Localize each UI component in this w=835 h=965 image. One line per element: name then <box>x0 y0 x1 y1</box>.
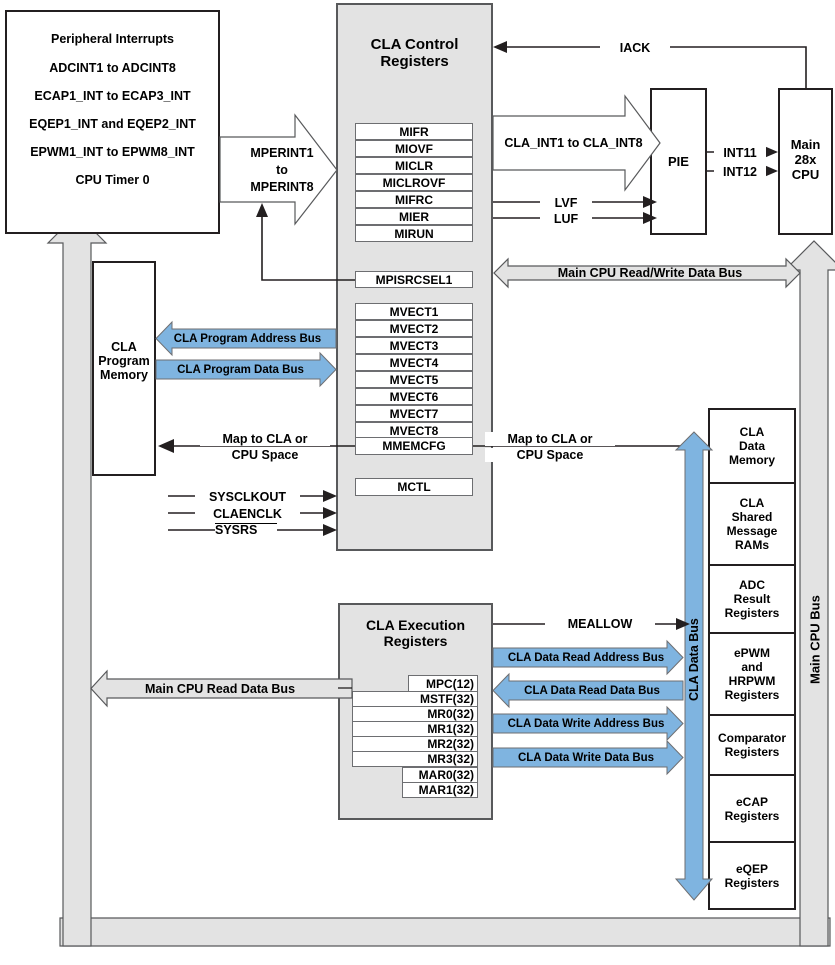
bus-cla-program-data-label: CLA Program Data Bus <box>177 363 304 376</box>
signal-sysclkout: SYSCLKOUT <box>195 489 300 504</box>
label-map-left-line-1: Map to CLA or <box>200 432 330 446</box>
bus-cla-program-address-label: CLA Program Address Bus <box>173 332 322 345</box>
signal-meallow: MEALLOW <box>545 616 655 632</box>
signal-cla-int: CLA_INT1 to CLA_INT8 <box>496 135 651 151</box>
label-map-right-line-2: CPU Space <box>485 448 615 462</box>
bus-main-cpu-rw-data-label: Main CPU Read/Write Data Bus <box>557 266 743 280</box>
signal-iack: IACK <box>600 40 670 55</box>
bus-cla-data-bus-label: CLA Data Bus <box>687 618 701 702</box>
signal-claenclk: CLAENCLK <box>195 506 300 521</box>
signal-int12: INT12 <box>714 164 766 179</box>
bus-cla-data-read-address-label: CLA Data Read Address Bus <box>507 651 665 664</box>
signal-luf: LUF <box>540 211 592 226</box>
signal-sysrs: SYSRS <box>215 523 277 539</box>
signal-mperint-line-2: to <box>276 163 288 177</box>
label-map-right-line-1: Map to CLA or <box>485 432 615 446</box>
signal-mperint-line-3: MPERINT8 <box>250 180 314 194</box>
connection-graphics <box>90 41 807 901</box>
bus-main-cpu-read-data-label: Main CPU Read Data Bus <box>144 682 296 696</box>
label-map-left-line-2: CPU Space <box>200 448 330 462</box>
signal-lvf: LVF <box>540 195 592 210</box>
signal-int11: INT11 <box>714 145 766 160</box>
signal-mperint-line-1: MPERINT1 <box>250 146 314 160</box>
bus-cla-data-read-data-label: CLA Data Read Data Bus <box>524 684 660 697</box>
bus-cla-data-write-data-label: CLA Data Write Data Bus <box>517 751 655 764</box>
bus-cla-data-write-address-label: CLA Data Write Address Bus <box>507 717 665 730</box>
cla-block-diagram: Main CPU Bus Main CPU Bus Peripheral Int… <box>0 0 835 965</box>
